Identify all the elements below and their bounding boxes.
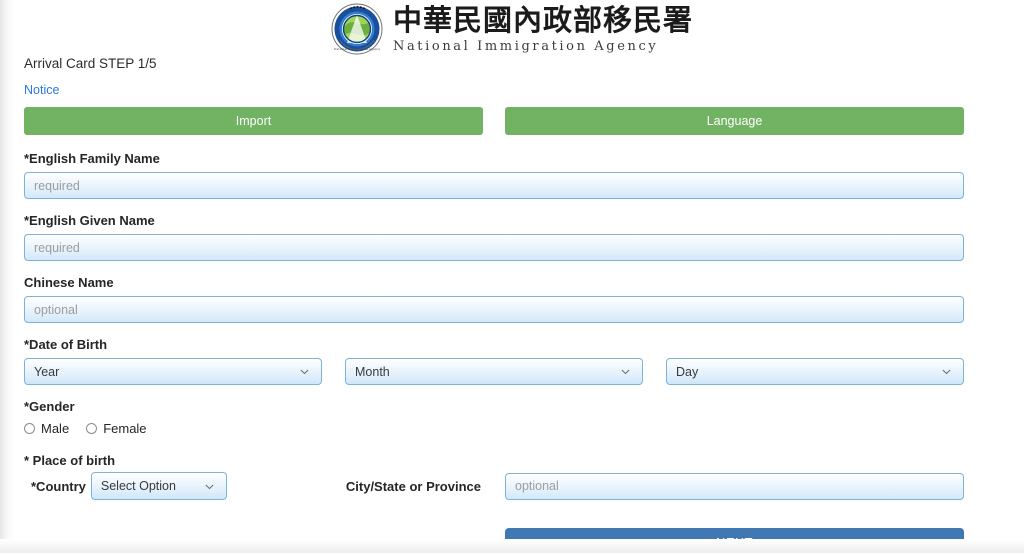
country-select[interactable]: Select Option: [90, 472, 227, 500]
radio-unchecked-icon[interactable]: [86, 423, 98, 434]
chevron-down-icon: [620, 366, 631, 377]
svg-text:National Immigration Agency: National Immigration Agency: [334, 47, 381, 51]
notice-link[interactable]: Notice: [24, 83, 59, 97]
birth-month-value: Month: [355, 364, 390, 379]
gender-option-male-label: Male: [41, 421, 70, 436]
viewport-left-edge-shading: [0, 0, 14, 553]
agency-logo: National Immigration Agency 中華民國內政部移民署 N…: [331, 3, 693, 55]
gender-option-male[interactable]: Male: [24, 421, 69, 436]
english-given-name-input[interactable]: [24, 234, 964, 261]
date-of-birth-label: *Date of Birth: [24, 337, 108, 352]
place-of-birth-row: *Country Select Option City/State or Pro…: [24, 472, 964, 500]
place-of-birth-label: * Place of birth: [24, 453, 116, 468]
agency-name-block: 中華民國內政部移民署 National Immigration Agency: [392, 2, 693, 54]
gender-option-female[interactable]: Female: [86, 421, 147, 436]
date-of-birth-selects: Year Month Day: [24, 358, 964, 385]
gender-option-female-label: Female: [103, 421, 147, 436]
country-select-value: Select Option: [100, 479, 176, 493]
arrival-card-form: Arrival Card STEP 1/5 Notice Import Lang…: [24, 56, 964, 553]
english-family-name-label: *English Family Name: [24, 151, 160, 166]
import-button[interactable]: Import: [24, 107, 483, 135]
top-action-buttons: Import Language: [24, 107, 964, 135]
birth-day-value: Day: [676, 364, 699, 379]
next-button-row: NEXT: [24, 528, 964, 553]
city-state-province-input[interactable]: [505, 472, 964, 500]
birth-day-select[interactable]: Day: [666, 358, 964, 385]
language-button[interactable]: Language: [505, 107, 964, 135]
arrival-card-page: National Immigration Agency 中華民國內政部移民署 N…: [0, 0, 1024, 553]
immigration-agency-emblem-icon: National Immigration Agency: [331, 3, 383, 55]
chinese-name-label: Chinese Name: [24, 275, 114, 290]
birth-year-value: Year: [34, 364, 60, 379]
site-header: National Immigration Agency 中華民國內政部移民署 N…: [0, 0, 1024, 58]
gender-radio-group: Male Female: [24, 421, 964, 436]
english-family-name-input[interactable]: [24, 172, 964, 199]
chevron-down-icon: [941, 366, 952, 377]
agency-name-english: National Immigration Agency: [392, 38, 659, 54]
gender-label: *Gender: [24, 399, 75, 414]
next-button[interactable]: NEXT: [505, 528, 964, 553]
chevron-down-icon: [299, 366, 310, 377]
country-label: *Country: [31, 478, 86, 494]
agency-name-chinese: 中華民國內政部移民署: [392, 2, 693, 37]
birth-month-select[interactable]: Month: [345, 358, 643, 385]
page-title: Arrival Card STEP 1/5: [24, 56, 157, 71]
chinese-name-input[interactable]: [24, 296, 964, 323]
english-given-name-label: *English Given Name: [24, 213, 155, 228]
radio-unchecked-icon[interactable]: [24, 423, 35, 434]
city-state-province-label: City/State or Province: [345, 478, 481, 494]
chevron-down-icon: [204, 481, 215, 492]
birth-year-select[interactable]: Year: [24, 358, 322, 385]
